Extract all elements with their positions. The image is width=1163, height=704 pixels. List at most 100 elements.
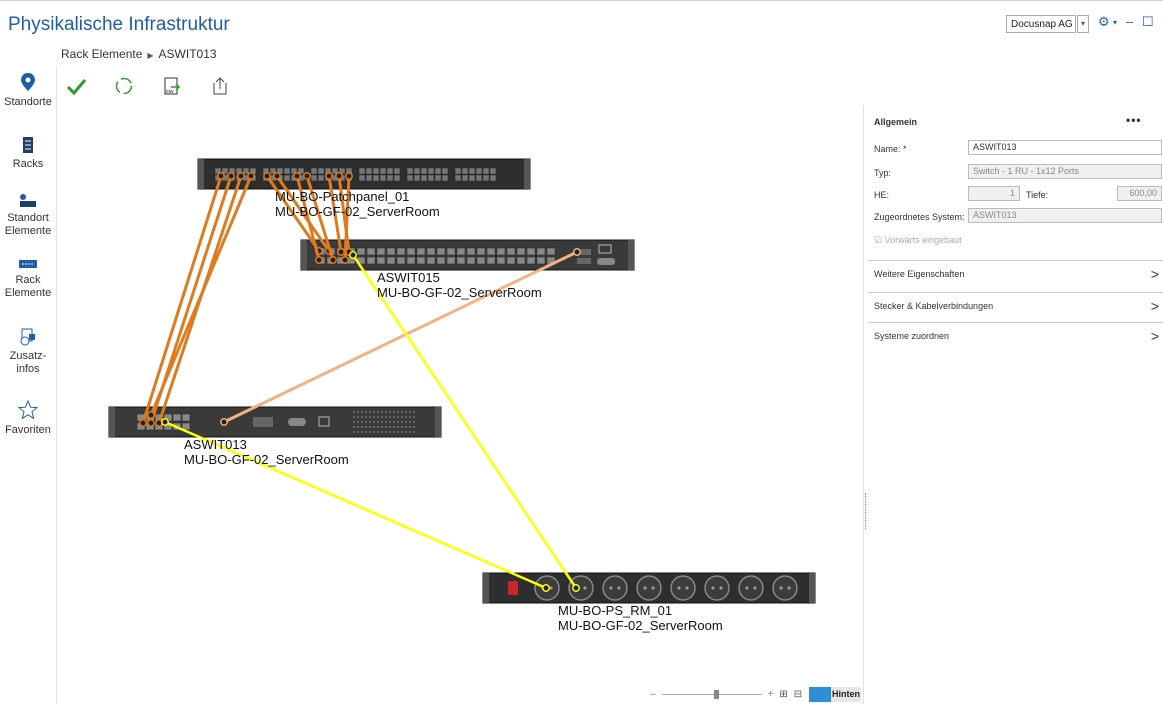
more-options-button[interactable]: •••	[1126, 113, 1142, 127]
vent-hole	[405, 426, 407, 428]
view-side-toggle[interactable]: Hinten	[809, 687, 861, 702]
company-select[interactable]: Docusnap AG	[1006, 15, 1076, 33]
cable-endpoint	[247, 172, 255, 180]
power-switch	[508, 581, 518, 595]
vent-hole	[377, 411, 379, 413]
breadcrumb-parent[interactable]: Rack Elemente	[61, 47, 142, 61]
section-label: Stecker & Kabelverbindungen	[874, 301, 994, 311]
maximize-icon[interactable]: ☐	[1142, 14, 1154, 30]
vent-hole	[381, 416, 383, 418]
refresh-button[interactable]	[110, 73, 138, 99]
share-icon	[213, 77, 227, 95]
chevron-down-icon[interactable]: ▾	[1113, 18, 1117, 27]
sfp-port	[577, 258, 591, 264]
vent-hole	[401, 411, 403, 413]
share-button[interactable]	[206, 73, 234, 99]
section-label: Weitere Eigenschaften	[874, 269, 965, 279]
zoom-out-button[interactable]: –	[650, 689, 656, 700]
nav-rack-elemente[interactable]: Rack Elemente	[0, 258, 56, 300]
zoom-slider-thumb[interactable]	[713, 689, 719, 699]
site-elements-icon	[20, 194, 36, 207]
rack-icon	[23, 137, 33, 153]
switch-port	[181, 413, 191, 422]
vent-hole	[353, 426, 355, 428]
nav-standort-elemente[interactable]: Standort Elemente	[0, 192, 56, 238]
nav-label: Racks	[12, 158, 44, 170]
socket-pin	[617, 586, 621, 590]
zoom-in-button[interactable]: +	[768, 689, 774, 700]
vent-hole	[373, 426, 375, 428]
section-stecker-kabel[interactable]: Stecker & Kabelverbindungen >	[868, 292, 1163, 318]
vent-hole	[409, 416, 411, 418]
vent-hole	[401, 426, 403, 428]
cable-endpoint	[325, 172, 333, 180]
forward-mounted-checkbox[interactable]: ☑ Vorwärts eingebaut	[874, 235, 962, 246]
patch-port	[242, 167, 250, 175]
vent-hole	[405, 411, 407, 413]
nav-favoriten[interactable]: Favoriten	[0, 400, 56, 437]
socket-pin	[677, 586, 681, 590]
cable-endpoint	[303, 172, 311, 180]
switch-port	[366, 247, 376, 256]
vent-hole	[369, 411, 371, 413]
toolbar: csv	[62, 72, 234, 100]
chevron-right-icon: ▶	[147, 51, 154, 60]
rack-view-icon[interactable]: ⊟	[794, 689, 802, 700]
nav-racks[interactable]: Racks	[0, 136, 56, 171]
vent-hole	[357, 426, 359, 428]
switch-port	[506, 247, 516, 256]
switch-port	[436, 256, 446, 265]
nav-zusatzinfos[interactable]: Zusatz- infos	[0, 328, 56, 376]
vent-hole	[397, 421, 399, 423]
patch-port	[434, 167, 442, 175]
vent-hole	[353, 421, 355, 423]
vent-hole	[381, 426, 383, 428]
switch-port	[456, 256, 466, 265]
svg-text:csv: csv	[166, 89, 174, 95]
gear-icon[interactable]: ⚙	[1098, 14, 1110, 30]
vent-hole	[361, 431, 363, 433]
vent-hole	[361, 416, 363, 418]
switch-port	[416, 247, 426, 256]
switch-port	[356, 247, 366, 256]
switch-port	[536, 256, 546, 265]
vent-hole	[389, 426, 391, 428]
vent-hole	[353, 411, 355, 413]
vent-hole	[369, 421, 371, 423]
vent-hole	[393, 426, 395, 428]
fit-view-icon[interactable]: ⊞	[779, 689, 787, 700]
chevron-down-icon[interactable]: ▾	[1077, 15, 1089, 33]
checkmark-icon	[66, 79, 87, 96]
cable	[141, 175, 223, 424]
rack-element-icon	[19, 260, 37, 268]
nav-standorte[interactable]: Standorte	[0, 72, 56, 109]
patch-port	[420, 167, 428, 175]
vent-hole	[401, 416, 403, 418]
name-field[interactable]: ASWIT013	[968, 140, 1162, 155]
power-socket	[704, 575, 730, 601]
zoom-slider[interactable]	[661, 689, 762, 699]
socket-pin	[685, 586, 689, 590]
switch-port	[446, 247, 456, 256]
patch-port	[441, 174, 449, 182]
export-csv-button[interactable]: csv	[158, 73, 186, 99]
socket-pin	[711, 586, 715, 590]
vent-hole	[353, 416, 355, 418]
vent-hole	[397, 431, 399, 433]
minimize-icon[interactable]: –	[1126, 14, 1133, 29]
rack-ear	[109, 407, 115, 437]
rack-diagram-canvas[interactable]: MU-BO-Patchpanel_01 MU-BO-GF-02_ServerRo…	[57, 105, 863, 704]
section-systeme-zuordnen[interactable]: Systeme zuordnen >	[868, 322, 1163, 348]
refresh-icon	[115, 77, 133, 95]
nav-label: Rack	[15, 274, 41, 286]
name-label: Name: *	[874, 144, 907, 154]
vent-hole	[377, 431, 379, 433]
left-navigation: Standorte Racks Standort Elemente Rack E…	[0, 66, 57, 704]
patch-port	[427, 174, 435, 182]
patch-port	[461, 174, 469, 182]
section-weitere-eigenschaften[interactable]: Weitere Eigenschaften >	[868, 260, 1163, 286]
breadcrumb-current: ASWIT013	[158, 47, 217, 61]
patch-port	[441, 167, 449, 175]
save-button[interactable]	[62, 73, 90, 99]
depth-field: 600,00	[1117, 186, 1162, 201]
